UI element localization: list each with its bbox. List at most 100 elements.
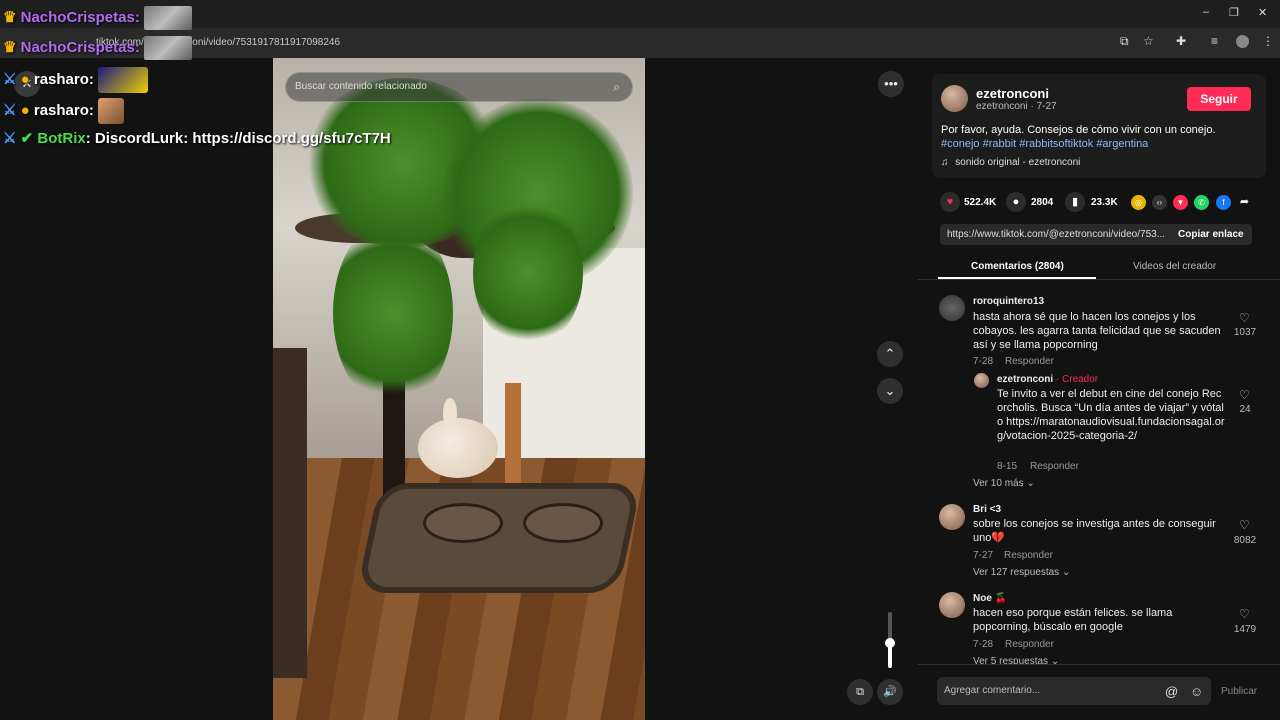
bookmark-icon[interactable]: ▮ <box>1065 192 1085 212</box>
comment-text: hasta ahora sé que lo hacen los conejos … <box>973 311 1221 351</box>
mini-player-button[interactable]: ⧉ <box>847 679 873 705</box>
creator-name[interactable]: ezetronconi <box>976 86 1049 101</box>
like-count: 522.4K <box>964 197 997 208</box>
music-label: sonido original - ezetronconi <box>955 157 1081 168</box>
overlay-thumbnail <box>144 36 192 60</box>
comment-like-icon[interactable]: ♡ <box>1239 311 1250 325</box>
overlay-line: ♛ NachoCrispetas: <box>3 6 192 30</box>
base-hole <box>523 503 603 543</box>
badge-icon: ● <box>20 101 30 119</box>
comment-icon[interactable]: ● <box>1006 192 1026 212</box>
video-player[interactable] <box>273 58 645 720</box>
copy-link-button[interactable]: Copiar enlace <box>1178 229 1244 240</box>
like-icon[interactable]: ♥ <box>940 192 960 212</box>
reply-date: 8-15 <box>997 461 1018 472</box>
creator-meta: ezetronconi · 7-27 <box>976 101 1057 112</box>
sword-icon: ⚔ <box>3 101 17 119</box>
comment-username[interactable]: Bri <3 <box>973 504 1001 515</box>
comment-like-count: 1479 <box>1233 624 1257 635</box>
previous-video-button[interactable]: ⌃ <box>877 341 903 367</box>
overlay-line: ♛ NachoCrispetas: <box>3 36 192 60</box>
commenter-avatar[interactable] <box>939 592 965 618</box>
fern-leaves <box>473 198 583 348</box>
overlay-username: rasharo: <box>33 70 94 88</box>
cast-icon[interactable]: ⧉ <box>1120 34 1129 49</box>
comment-like-count: 8082 <box>1233 535 1257 546</box>
publish-button[interactable]: Publicar <box>1221 686 1257 697</box>
overlay-bot-message: : DiscordLurk: https://discord.gg/sfu7cT… <box>85 130 391 147</box>
reply-username[interactable]: ezetronconi <box>997 374 1053 385</box>
emoji-icon[interactable]: ☺ <box>1190 684 1203 699</box>
commenter-avatar[interactable] <box>939 504 965 530</box>
comment-username[interactable]: Noe 🍒 <box>973 593 1007 604</box>
reply-like-count: 24 <box>1239 404 1251 415</box>
volume-button[interactable]: 🔊 <box>877 679 903 705</box>
embed-icon[interactable]: ‹› <box>1152 195 1167 210</box>
media-icon[interactable]: ≡ <box>1211 34 1218 48</box>
left-background <box>0 58 273 720</box>
follow-button[interactable]: Seguir <box>1187 87 1251 111</box>
reply-username-line[interactable]: ezetronconi · Creador <box>997 374 1098 385</box>
overlay-emote <box>98 98 125 124</box>
overlay-line: ⚔ ✔ BotRix: DiscordLurk: https://discord… <box>3 129 391 147</box>
crown-icon: ♛ <box>3 38 17 56</box>
sword-icon: ⚔ <box>3 70 17 88</box>
creator-avatar[interactable] <box>941 85 968 112</box>
view-more-replies[interactable]: Ver 10 más ⌄ <box>973 478 1035 489</box>
hashtags[interactable]: #conejo #rabbit #rabbitsoftiktok #argent… <box>941 138 1148 150</box>
commenter-avatar[interactable] <box>939 295 965 321</box>
tab-comments[interactable]: Comentarios (2804) <box>971 261 1064 272</box>
overlay-username: rasharo: <box>33 101 94 119</box>
reply-avatar[interactable] <box>974 373 989 388</box>
close-window-button[interactable]: ✕ <box>1258 6 1267 19</box>
overlay-line: ⚔ ● rasharo: <box>3 67 149 93</box>
view-more-label: Ver 10 más <box>973 478 1024 489</box>
fern-leaves <box>333 218 453 408</box>
extensions-icon[interactable]: ✚ <box>1176 34 1186 48</box>
send-icon[interactable]: ▼ <box>1173 195 1188 210</box>
menu-kebab-icon[interactable]: ⋮ <box>1262 34 1274 48</box>
coin-share-icon[interactable]: ◎ <box>1131 195 1146 210</box>
comment-username[interactable]: roroquintero13 <box>973 296 1044 307</box>
restore-button[interactable]: ❐ <box>1229 6 1239 19</box>
more-share-icon[interactable]: ➦ <box>1237 195 1252 210</box>
view-more-label: Ver 127 respuestas <box>973 567 1060 578</box>
chevron-down-icon: ⌄ <box>1026 478 1035 489</box>
overlay-username: NachoCrispetas: <box>20 8 140 26</box>
profile-avatar[interactable] <box>1236 35 1249 48</box>
view-more-replies[interactable]: Ver 127 respuestas ⌄ <box>973 567 1070 578</box>
related-search-input[interactable]: Buscar contenido relacionado ⌕ <box>285 72 633 102</box>
plant-stand-base <box>356 483 642 593</box>
chevron-down-icon: ⌄ <box>1061 567 1071 578</box>
video-caption: Por favor, ayuda. Consejos de cómo vivir… <box>941 124 1216 136</box>
reply-button[interactable]: Responder <box>1005 639 1054 650</box>
video-link[interactable]: https://www.tiktok.com/@ezetronconi/vide… <box>947 229 1165 240</box>
save-count: 23.3K <box>1091 197 1118 208</box>
bunny-ear <box>443 398 457 428</box>
more-options-button[interactable]: ••• <box>878 71 904 97</box>
reply-button[interactable]: Responder <box>1004 550 1053 561</box>
tab-creator-videos[interactable]: Videos del creador <box>1133 261 1216 272</box>
reply-like-icon[interactable]: ♡ <box>1239 388 1250 402</box>
overlay-line: ⚔ ● rasharo: <box>3 98 125 124</box>
volume-slider-thumb[interactable] <box>885 638 895 648</box>
reply-reply-button[interactable]: Responder <box>1030 461 1079 472</box>
comment-placeholder: Agregar comentario... <box>944 685 1041 696</box>
reply-button[interactable]: Responder <box>1005 356 1054 367</box>
video-sofa-leg <box>505 383 521 493</box>
search-icon[interactable]: ⌕ <box>613 73 620 101</box>
bookmark-star-icon[interactable]: ☆ <box>1143 34 1154 48</box>
mention-icon[interactable]: @ <box>1165 684 1178 699</box>
overlay-thumbnail <box>144 6 192 30</box>
comment-like-icon[interactable]: ♡ <box>1239 518 1250 532</box>
address-bar[interactable]: tiktok.com/@ezetronconi/video/7531917811… <box>96 34 1136 52</box>
whatsapp-icon[interactable]: ✆ <box>1194 195 1209 210</box>
crown-icon: ♛ <box>3 8 17 26</box>
minimize-button[interactable]: – <box>1203 6 1209 18</box>
badge-icon: ● <box>20 70 30 88</box>
comment-like-icon[interactable]: ♡ <box>1239 607 1250 621</box>
overlay-emote <box>98 67 149 93</box>
next-video-button[interactable]: ⌄ <box>877 378 903 404</box>
facebook-icon[interactable]: f <box>1216 195 1231 210</box>
music-line[interactable]: ♫ sonido original - ezetronconi <box>941 157 1080 168</box>
